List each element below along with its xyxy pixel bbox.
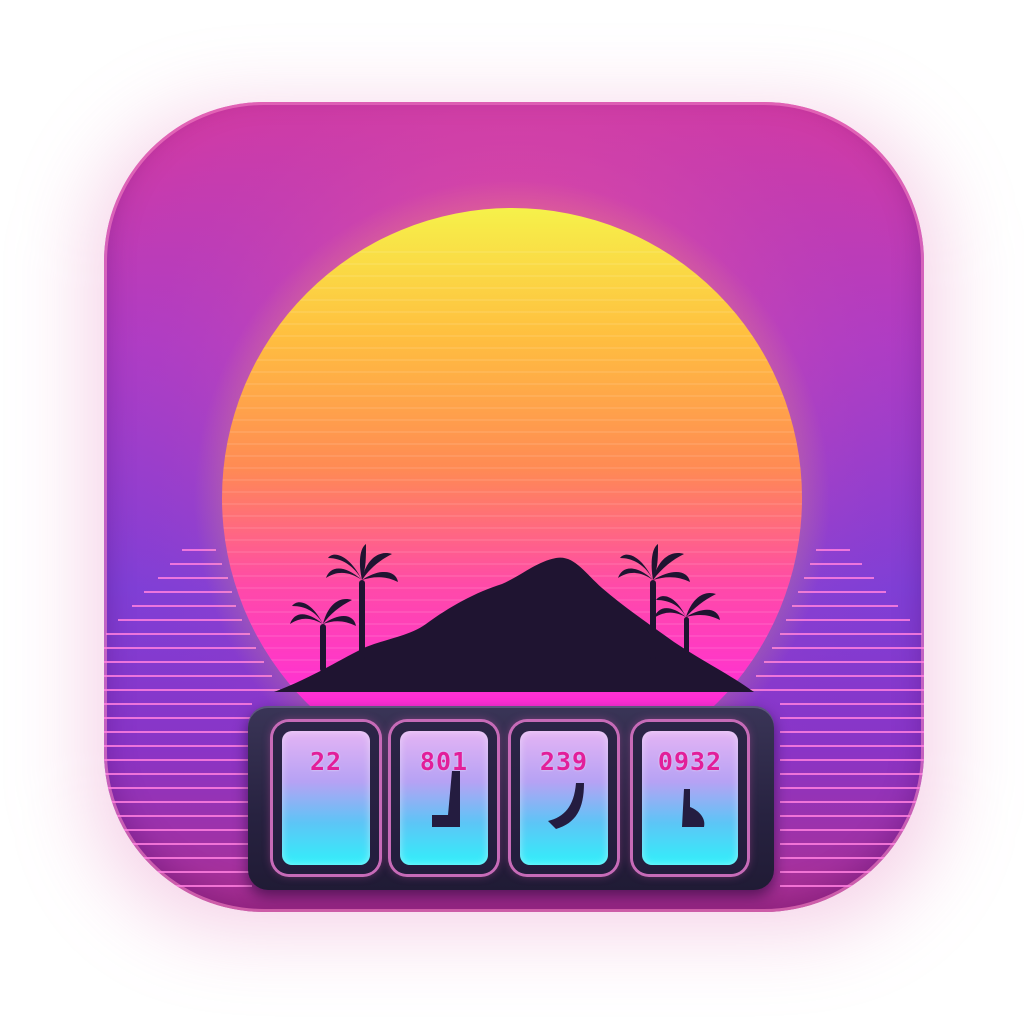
- tile-glyph: [432, 771, 460, 827]
- tile-screen: 22: [282, 731, 370, 865]
- counter-tile: 801: [391, 722, 497, 874]
- counter-tile: 0932: [633, 722, 747, 874]
- app-icon[interactable]: 22 801 239 0932: [104, 102, 924, 912]
- tile-glyph: [548, 783, 584, 829]
- tile-digits: 22: [309, 747, 343, 776]
- tile-glyph: [682, 789, 705, 827]
- counter-tile: 22: [273, 722, 379, 874]
- tile-screen: 801: [400, 731, 488, 865]
- counter-tile: 239: [511, 722, 617, 874]
- counter-panel: 22 801 239 0932: [248, 706, 774, 890]
- tile-screen: 239: [520, 731, 608, 865]
- tile-screen: 0932: [642, 731, 738, 865]
- app-icon-canvas: 22 801 239 0932: [0, 0, 1024, 1024]
